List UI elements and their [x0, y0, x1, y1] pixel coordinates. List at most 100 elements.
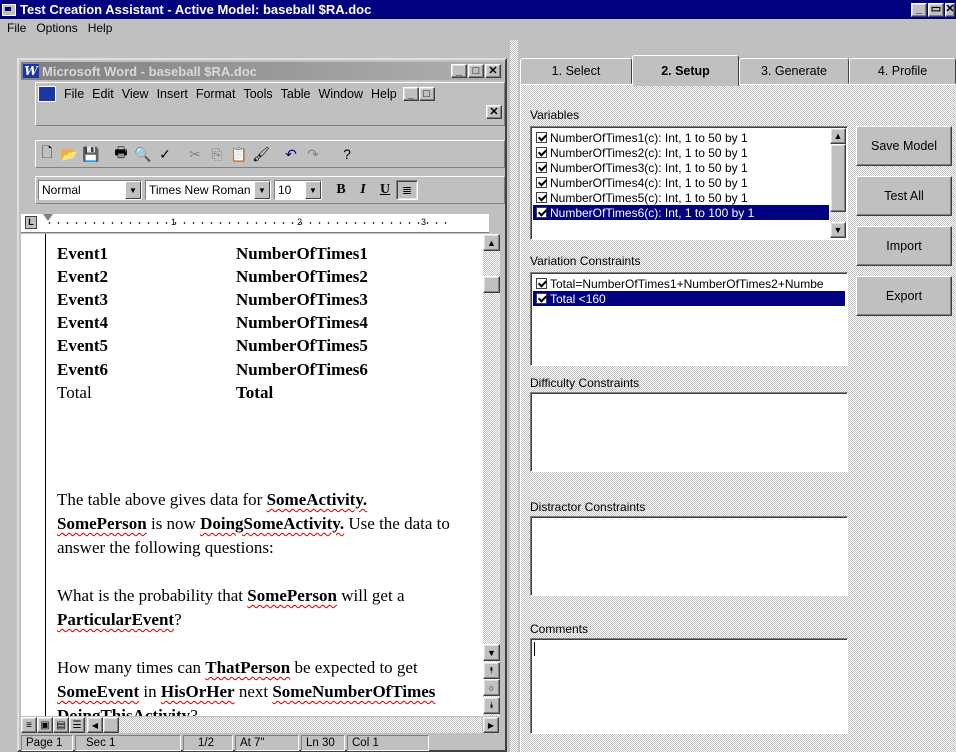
browse-object-icon[interactable]: ○	[483, 679, 500, 696]
scroll-down-icon[interactable]: ▼	[830, 222, 846, 238]
size-dropdown-icon[interactable]: ▼	[305, 181, 321, 199]
checkbox[interactable]	[536, 162, 547, 173]
checkbox[interactable]	[536, 207, 547, 218]
word-menu-edit[interactable]: Edit	[88, 87, 118, 101]
checkbox[interactable]	[536, 177, 547, 188]
style-select[interactable]: Normal ▼	[38, 180, 142, 200]
word-minimize-icon[interactable]: _	[451, 64, 467, 78]
distractor-constraints-list[interactable]	[530, 516, 848, 596]
save-disk-icon[interactable]: 💾	[80, 144, 102, 164]
indent-marker[interactable]	[43, 214, 53, 221]
word-menu-table[interactable]: Table	[277, 87, 315, 101]
copy-icon[interactable]: ⎘	[206, 144, 228, 164]
word-menu-tools[interactable]: Tools	[239, 87, 276, 101]
format-painter-icon[interactable]: 🖌	[250, 144, 272, 164]
checkbox[interactable]	[536, 293, 547, 304]
menu-file[interactable]: File	[2, 21, 31, 35]
variables-list[interactable]: NumberOfTimes1(c): Int, 1 to 50 by 1 Num…	[530, 126, 848, 240]
print-icon[interactable]: 🖶	[110, 144, 132, 164]
next-page-icon[interactable]: ⯯	[483, 697, 500, 714]
word-menu-format[interactable]: Format	[192, 87, 240, 101]
maximize-icon[interactable]: ▭	[928, 2, 944, 17]
style-dropdown-icon[interactable]: ▼	[125, 181, 141, 199]
word-menu-insert[interactable]: Insert	[153, 87, 192, 101]
scroll-down-icon[interactable]: ▼	[483, 644, 500, 661]
word-menu-help[interactable]: Help	[367, 87, 401, 101]
normal-view-icon[interactable]: ≡	[21, 717, 37, 733]
doc-close-icon[interactable]: ✕	[486, 105, 502, 119]
export-button[interactable]: Export	[856, 276, 952, 316]
doc-minimize-icon[interactable]: _	[402, 87, 419, 101]
standard-toolbar: 🗋 📂 💾 🖶 🔍 ✓ ✂ ⎘ 📋 🖌 ↶ ↷ ?	[35, 140, 505, 168]
align-left-icon[interactable]: ≣	[396, 180, 418, 200]
font-dropdown-icon[interactable]: ▼	[254, 181, 270, 199]
tab-setup[interactable]: 2. Setup	[632, 55, 739, 86]
word-menu-file[interactable]: File	[60, 87, 88, 101]
word-restore-icon[interactable]: □	[468, 64, 484, 78]
save-model-button[interactable]: Save Model	[856, 126, 952, 166]
hscroll-thumb[interactable]	[103, 717, 119, 733]
word-menu-view[interactable]: View	[118, 87, 153, 101]
import-button[interactable]: Import	[856, 226, 952, 266]
scroll-up-icon[interactable]: ▲	[483, 234, 500, 251]
outline-view-icon[interactable]: ☰	[69, 717, 85, 733]
checkbox[interactable]	[536, 278, 547, 289]
ruler[interactable]: L 1 2 3	[21, 214, 489, 233]
checkbox[interactable]	[536, 132, 547, 143]
tab-stop-icon[interactable]: L	[25, 216, 37, 229]
minimize-icon[interactable]: _	[911, 2, 927, 17]
checkbox[interactable]	[536, 147, 547, 158]
spelling-icon[interactable]: ✓	[154, 144, 176, 164]
menu-help[interactable]: Help	[83, 21, 118, 35]
word-close-icon[interactable]: ✕	[485, 64, 501, 78]
scroll-right-icon[interactable]: ▶	[483, 717, 499, 733]
scroll-thumb[interactable]	[483, 276, 500, 293]
comments-field[interactable]	[530, 638, 848, 734]
list-item[interactable]: Total=NumberOfTimes1+NumberOfTimes2+Numb…	[533, 276, 845, 291]
comments-label: Comments	[530, 622, 589, 636]
close-icon[interactable]: ✕	[945, 2, 955, 17]
list-item[interactable]: NumberOfTimes2(c): Int, 1 to 50 by 1	[533, 145, 829, 160]
word-menu-window[interactable]: Window	[315, 87, 367, 101]
scroll-thumb[interactable]	[830, 144, 846, 212]
undo-icon[interactable]: ↶	[280, 144, 302, 164]
open-folder-icon[interactable]: 📂	[58, 144, 80, 164]
list-item-selected[interactable]: Total <160	[533, 291, 845, 306]
online-layout-icon[interactable]: ▣	[37, 717, 53, 733]
list-item-selected[interactable]: NumberOfTimes6(c): Int, 1 to 100 by 1	[533, 205, 829, 220]
font-select[interactable]: Times New Roman ▼	[145, 180, 271, 200]
bold-button[interactable]: B	[330, 180, 352, 200]
list-item[interactable]: NumberOfTimes3(c): Int, 1 to 50 by 1	[533, 160, 829, 175]
paste-icon[interactable]: 📋	[228, 144, 250, 164]
hscroll-track[interactable]	[119, 717, 482, 733]
italic-button[interactable]: I	[352, 180, 374, 200]
difficulty-constraints-list[interactable]	[530, 392, 848, 472]
list-item[interactable]: NumberOfTimes5(c): Int, 1 to 50 by 1	[533, 190, 829, 205]
splitter[interactable]	[510, 40, 518, 752]
variables-scrollbar[interactable]: ▲ ▼	[830, 128, 846, 238]
scroll-up-icon[interactable]: ▲	[830, 128, 846, 144]
office-assistant-icon[interactable]: ?	[336, 144, 358, 164]
document-icon[interactable]	[38, 86, 56, 102]
new-document-icon[interactable]: 🗋	[36, 144, 58, 164]
doc-restore-icon[interactable]: □	[418, 87, 435, 101]
list-item[interactable]: NumberOfTimes1(c): Int, 1 to 50 by 1	[533, 130, 829, 145]
test-all-button[interactable]: Test All	[856, 176, 952, 216]
variation-constraints-list[interactable]: Total=NumberOfTimes1+NumberOfTimes2+Numb…	[530, 272, 848, 366]
print-preview-icon[interactable]: 🔍	[132, 144, 154, 164]
vertical-scrollbar[interactable]: ▲ ▼ ⯭ ○ ⯯	[483, 234, 500, 716]
document-area[interactable]: Event1 NumberOfTimes1 Event2 NumberOfTimes…	[21, 234, 483, 716]
list-item[interactable]: NumberOfTimes4(c): Int, 1 to 50 by 1	[533, 175, 829, 190]
page-layout-icon[interactable]: ▤	[53, 717, 69, 733]
font-size-select[interactable]: 10 ▼	[274, 180, 322, 200]
underline-button[interactable]: U	[374, 180, 396, 200]
redo-icon[interactable]: ↷	[302, 144, 324, 164]
previous-page-icon[interactable]: ⯭	[483, 662, 500, 679]
menu-options[interactable]: Options	[31, 21, 82, 35]
scroll-left-icon[interactable]: ◀	[87, 717, 103, 733]
tab-profile[interactable]: 4. Profile	[849, 58, 956, 84]
cut-icon[interactable]: ✂	[184, 144, 206, 164]
tab-select[interactable]: 1. Select	[520, 58, 632, 84]
tab-generate[interactable]: 3. Generate	[739, 58, 849, 84]
checkbox[interactable]	[536, 192, 547, 203]
